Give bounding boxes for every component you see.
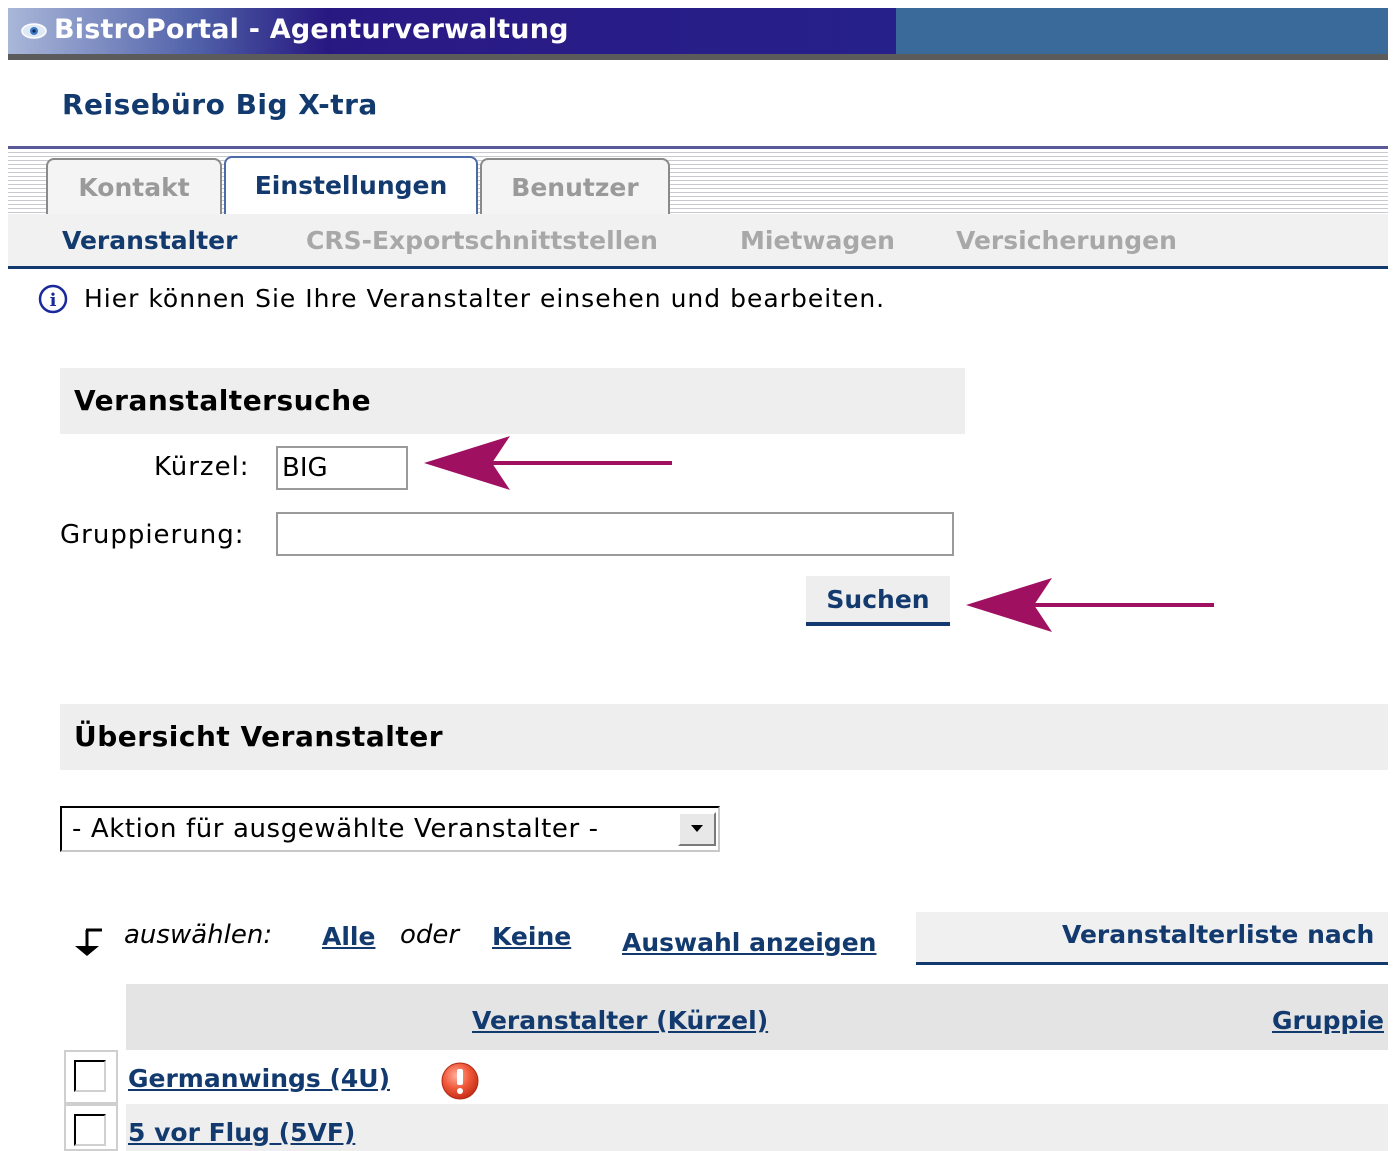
kuerzel-input[interactable] bbox=[276, 446, 408, 490]
window-titlebar: BistroPortal - Agenturverwaltung bbox=[8, 8, 1388, 54]
column-header-veranstalter[interactable]: Veranstalter (Kürzel) bbox=[472, 1006, 768, 1035]
tab-benutzer[interactable]: Benutzer bbox=[480, 158, 670, 214]
subnav-mietwagen[interactable]: Mietwagen bbox=[740, 226, 895, 255]
veranstalter-link[interactable]: Germanwings (4U) bbox=[128, 1064, 390, 1093]
tab-einstellungen[interactable]: Einstellungen bbox=[224, 156, 478, 216]
row-checkbox[interactable] bbox=[74, 1114, 106, 1146]
veranstalter-link[interactable]: 5 vor Flug (5VF) bbox=[128, 1118, 355, 1147]
select-prefix-label: auswählen: bbox=[124, 920, 273, 950]
select-all-link[interactable]: Alle bbox=[322, 922, 375, 951]
warning-icon bbox=[441, 1062, 479, 1100]
eye-icon bbox=[21, 23, 47, 39]
sort-label: Veranstalterliste nach bbox=[1062, 920, 1375, 949]
subnav-veranstalter[interactable]: Veranstalter bbox=[62, 226, 237, 255]
gruppierung-input[interactable] bbox=[276, 512, 954, 556]
subnav-versicherungen[interactable]: Versicherungen bbox=[956, 226, 1177, 255]
sort-tab[interactable]: Veranstalterliste nach bbox=[916, 912, 1388, 965]
annotation-arrow-search bbox=[966, 578, 1214, 632]
row-checkbox[interactable] bbox=[74, 1060, 106, 1092]
agency-name: Reisebüro Big X-tra bbox=[62, 88, 378, 121]
overview-panel-title: Übersicht Veranstalter bbox=[74, 720, 443, 753]
titlebar-divider bbox=[8, 54, 1388, 60]
show-selection-link[interactable]: Auswahl anzeigen bbox=[622, 928, 876, 957]
column-header-gruppierung[interactable]: Gruppie bbox=[1272, 1006, 1384, 1035]
action-select[interactable]: - Aktion für ausgewählte Veranstalter - bbox=[60, 806, 720, 852]
action-select-value: - Aktion für ausgewählte Veranstalter - bbox=[72, 814, 599, 844]
window-title: BistroPortal - Agenturverwaltung bbox=[54, 14, 569, 45]
info-icon: i bbox=[38, 284, 68, 314]
select-none-link[interactable]: Keine bbox=[492, 922, 571, 951]
search-button[interactable]: Suchen bbox=[806, 576, 950, 626]
search-panel-title: Veranstaltersuche bbox=[74, 384, 372, 417]
tab-kontakt[interactable]: Kontakt bbox=[46, 158, 222, 214]
chevron-down-icon bbox=[691, 825, 703, 832]
annotation-arrow-kuerzel bbox=[424, 436, 672, 490]
subnav-crs-export[interactable]: CRS-Exportschnittstellen bbox=[306, 226, 658, 255]
corner-arrow-icon bbox=[75, 928, 102, 956]
select-or-label: oder bbox=[400, 920, 460, 950]
info-text: Hier können Sie Ihre Veranstalter einseh… bbox=[84, 284, 886, 313]
dropdown-button[interactable] bbox=[678, 812, 716, 846]
svg-text:i: i bbox=[50, 290, 57, 311]
gruppierung-label: Gruppierung: bbox=[60, 520, 245, 550]
kuerzel-label: Kürzel: bbox=[154, 452, 250, 482]
